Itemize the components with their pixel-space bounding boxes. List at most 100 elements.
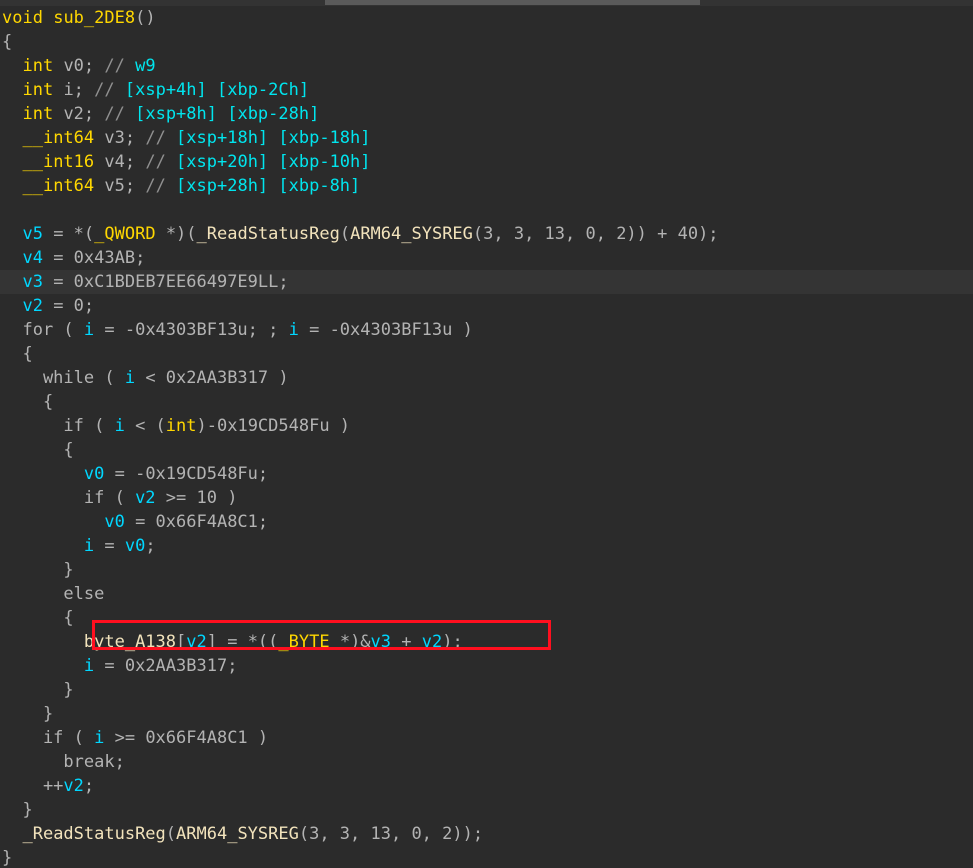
- ida-pseudocode-window: void sub_2DE8(){ int v0; // w9 int i; //…: [0, 0, 973, 868]
- code-line[interactable]: while ( i < 0x2AA3B317 ): [0, 366, 973, 390]
- code-token-plain: break;: [2, 752, 125, 772]
- code-token-cmt: //: [94, 80, 125, 100]
- code-token-plain: *)&: [329, 632, 371, 652]
- code-token-plain: >= 10 ): [155, 488, 238, 508]
- code-line[interactable]: }: [0, 678, 973, 702]
- code-token-var: v2: [186, 632, 207, 652]
- code-token-plain: while (: [2, 368, 125, 388]
- code-token-plain: < (: [124, 416, 166, 436]
- code-token-var: v0: [124, 536, 146, 556]
- code-token-plain: {: [2, 392, 54, 412]
- code-line[interactable]: v5 = *(_QWORD *)(_ReadStatusReg(ARM64_SY…: [0, 222, 973, 246]
- code-token-var: v2: [421, 632, 443, 652]
- code-token-plain: ++: [2, 776, 64, 796]
- code-token-cmtval: [xsp+20h] [xbp-10h]: [176, 152, 371, 172]
- code-line[interactable]: int i; // [xsp+4h] [xbp-2Ch]: [0, 78, 973, 102]
- code-line[interactable]: if ( i < (int)-0x19CD548Fu ): [0, 414, 973, 438]
- code-token-fn: ARM64_SYSREG: [176, 824, 299, 844]
- code-token-cmt: //: [104, 104, 136, 124]
- code-line[interactable]: }: [0, 702, 973, 726]
- code-token-plain: v5;: [94, 176, 146, 196]
- code-token-plain: for (: [2, 320, 84, 340]
- code-token-cmtval: [xsp+4h] [xbp-2Ch]: [124, 80, 310, 100]
- code-token-plain: else: [2, 584, 105, 604]
- code-line[interactable]: void sub_2DE8(): [0, 6, 973, 30]
- code-line[interactable]: }: [0, 846, 973, 868]
- code-line[interactable]: else: [0, 582, 973, 606]
- code-token-plain: ;: [145, 536, 156, 556]
- code-token-plain: = -0x19CD548Fu;: [104, 464, 269, 484]
- code-token-kw: __int64: [22, 176, 95, 196]
- horizontal-scrollbar-thumb[interactable]: [325, 0, 700, 5]
- code-token-plain: if (: [2, 416, 115, 436]
- code-line[interactable]: {: [0, 438, 973, 462]
- code-line[interactable]: int v0; // w9: [0, 54, 973, 78]
- code-token-plain: (3, 3, 13, 0, 2)) + 40);: [472, 224, 719, 244]
- code-line[interactable]: v0 = 0x66F4A8C1;: [0, 510, 973, 534]
- code-token-kw: _BYTE: [278, 632, 330, 652]
- code-token-plain: );: [442, 632, 463, 652]
- code-line[interactable]: __int64 v5; // [xsp+28h] [xbp-8h]: [0, 174, 973, 198]
- code-line[interactable]: __int16 v4; // [xsp+20h] [xbp-10h]: [0, 150, 973, 174]
- code-token-plain: = 0xC1BDEB7EE66497E9LL;: [42, 272, 289, 292]
- code-line[interactable]: }: [0, 798, 973, 822]
- code-token-plain: = -0x4303BF13u ): [298, 320, 473, 340]
- code-line[interactable]: _ReadStatusReg(ARM64_SYSREG(3, 3, 13, 0,…: [0, 822, 973, 846]
- code-token-plain: }: [2, 848, 13, 868]
- code-token-cmt: //: [145, 128, 177, 148]
- code-token-kw: int: [165, 416, 197, 436]
- code-line[interactable]: break;: [0, 750, 973, 774]
- code-line[interactable]: i = 0x2AA3B317;: [0, 654, 973, 678]
- code-token-cmtval: [xsp+8h] [xbp-28h]: [135, 104, 320, 124]
- code-token-var: v3: [22, 272, 43, 292]
- code-line[interactable]: }: [0, 558, 973, 582]
- code-token-plain: v0;: [53, 56, 105, 76]
- code-line[interactable]: v3 = 0xC1BDEB7EE66497E9LL;: [0, 270, 973, 294]
- code-line[interactable]: {: [0, 342, 973, 366]
- code-token-plain: }: [2, 560, 74, 580]
- code-token-plain: (3, 3, 13, 0, 2));: [298, 824, 484, 844]
- code-token-plain: (: [339, 224, 351, 244]
- code-token-plain: v3;: [94, 128, 146, 148]
- code-token-var: i: [288, 320, 299, 340]
- code-line[interactable]: [0, 198, 973, 222]
- pseudocode-text-area[interactable]: void sub_2DE8(){ int v0; // w9 int i; //…: [0, 6, 973, 868]
- code-line[interactable]: i = v0;: [0, 534, 973, 558]
- code-token-kw: __int16: [22, 152, 95, 172]
- code-line[interactable]: if ( v2 >= 10 ): [0, 486, 973, 510]
- code-line[interactable]: v2 = 0;: [0, 294, 973, 318]
- code-token-var: v5: [22, 224, 43, 244]
- code-token-plain: }: [2, 704, 54, 724]
- code-line[interactable]: v4 = 0x43AB;: [0, 246, 973, 270]
- code-line[interactable]: __int64 v3; // [xsp+18h] [xbp-18h]: [0, 126, 973, 150]
- code-line[interactable]: int v2; // [xsp+8h] [xbp-28h]: [0, 102, 973, 126]
- code-token-var: i: [114, 416, 125, 436]
- code-token-plain: = -0x4303BF13u; ;: [94, 320, 289, 340]
- code-token-fn: byte_A138: [83, 632, 177, 652]
- code-token-plain: }: [2, 800, 33, 820]
- code-token-plain: = 0;: [42, 296, 95, 316]
- code-token-plain: i;: [53, 80, 95, 100]
- code-line[interactable]: {: [0, 30, 973, 54]
- code-line[interactable]: v0 = -0x19CD548Fu;: [0, 462, 973, 486]
- code-line[interactable]: for ( i = -0x4303BF13u; ; i = -0x4303BF1…: [0, 318, 973, 342]
- code-token-plain: v2;: [53, 104, 105, 124]
- code-line[interactable]: byte_A138[v2] = *((_BYTE *)&v3 + v2);: [0, 630, 973, 654]
- code-token-cmtval: w9: [135, 56, 156, 76]
- code-line[interactable]: if ( i >= 0x66F4A8C1 ): [0, 726, 973, 750]
- code-line[interactable]: {: [0, 390, 973, 414]
- code-token-cmtval: [xsp+18h] [xbp-18h]: [176, 128, 371, 148]
- code-token-plain: >= 0x66F4A8C1 ): [104, 728, 269, 748]
- code-token-var: v0: [104, 512, 125, 532]
- code-line[interactable]: {: [0, 606, 973, 630]
- code-token-var: v0: [83, 464, 105, 484]
- code-token-kw: void: [2, 8, 43, 28]
- code-line[interactable]: ++v2;: [0, 774, 973, 798]
- code-token-var: i: [83, 536, 95, 556]
